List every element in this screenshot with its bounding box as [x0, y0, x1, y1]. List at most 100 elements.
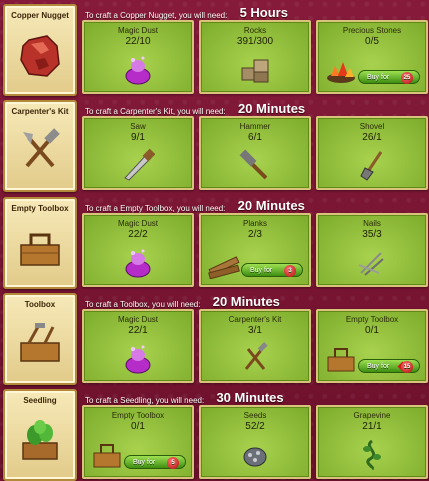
craft-time: 20 Minutes [237, 101, 306, 116]
empty-toolbox-icon [327, 348, 355, 372]
ingredient-seeds[interactable]: Seeds 52/2 [199, 405, 311, 479]
seeds-icon [243, 447, 267, 467]
ingredient-rocks[interactable]: Rocks 391/300 [199, 20, 311, 94]
rocks-icon [241, 59, 269, 83]
ingredient-empty-toolbox[interactable]: Empty Toolbox 0/1 Buy for 15 [316, 309, 428, 383]
need-prefix: To craft a [85, 11, 118, 20]
craft-time: 30 Minutes [216, 390, 284, 405]
buy-empty-toolbox-button[interactable]: Buy for 15 [358, 359, 420, 373]
grapevine-icon [363, 439, 381, 471]
item-card[interactable]: Seedling [3, 389, 77, 481]
buy-label: Buy for [367, 74, 390, 81]
ingredient-name: Magic Dust [117, 219, 158, 228]
magic-dust-icon [125, 249, 151, 278]
need-item: Empty Toolbox [120, 204, 173, 213]
buy-precious-stones-button[interactable]: Buy for 25 [358, 70, 420, 84]
planks-icon [208, 256, 240, 279]
need-suffix: , you will need: [172, 204, 226, 213]
price: 25 [401, 72, 413, 84]
buy-empty-toolbox-button[interactable]: Buy for 5 [124, 455, 186, 469]
ingredient-name: Precious Stones [342, 26, 402, 35]
ingredient-magic-dust[interactable]: Magic Dust 22/1 [82, 309, 194, 383]
ingredient-name: Grapevine [353, 411, 391, 420]
price: 15 [401, 361, 413, 373]
item-card[interactable]: Copper Nugget [3, 4, 77, 96]
need-item: Seedling [120, 396, 152, 405]
ingredient-nails[interactable]: Nails 35/3 [316, 213, 428, 287]
recipe-carpenters-kit: Carpenter's Kit To craft a Carpenter's K… [0, 96, 429, 192]
craft-time: 20 Minutes [212, 294, 280, 309]
ingredient-name: Carpenter's Kit [228, 315, 282, 324]
recipe-copper-nugget: Copper Nugget To craft a Copper Nugget, … [0, 0, 429, 96]
ingredient-carpenters-kit[interactable]: Carpenter's Kit 3/1 [199, 309, 311, 383]
ingredient-name: Magic Dust [117, 26, 158, 35]
ingredient-name: Planks [242, 219, 267, 228]
seedling-icon [22, 420, 58, 460]
item-card[interactable]: Carpenter's Kit [3, 100, 77, 192]
ingredient-quantity: 2/3 [248, 229, 262, 240]
magic-dust-icon [125, 56, 151, 85]
ingredient-quantity: 0/1 [365, 325, 379, 336]
ingredient-magic-dust[interactable]: Magic Dust 22/2 [82, 213, 194, 287]
item-name: Seedling [23, 396, 57, 405]
craft-time: 5 Hours [239, 5, 288, 20]
magic-dust-icon [125, 345, 151, 374]
need-prefix: To craft a [85, 300, 118, 309]
empty-toolbox-icon [93, 444, 121, 468]
ingredient-planks[interactable]: Planks 2/3 Buy for 3 [199, 213, 311, 287]
need-item: Carpenter's Kit [120, 107, 173, 116]
item-card[interactable]: Empty Toolbox [3, 197, 77, 289]
ingredient-quantity: 26/1 [362, 132, 382, 143]
ingredient-precious-stones[interactable]: Precious Stones 0/5 Buy for 25 [316, 20, 428, 94]
ingredient-name: Hammer [239, 122, 271, 131]
ingredient-grapevine[interactable]: Grapevine 21/1 [316, 405, 428, 479]
ingredient-quantity: 3/1 [248, 325, 262, 336]
need-item: Toolbox [119, 300, 148, 309]
ingredient-name: Magic Dust [117, 315, 158, 324]
precious-stones-icon [327, 62, 355, 83]
item-name: Toolbox [24, 300, 56, 309]
ingredient-name: Seeds [243, 411, 267, 420]
recipe-toolbox: Toolbox To craft a Toolbox, you will nee… [0, 289, 429, 385]
item-name: Empty Toolbox [11, 204, 69, 213]
ingredient-hammer[interactable]: Hammer 6/1 [199, 116, 311, 190]
empty-toolbox-icon [20, 233, 60, 266]
buy-label: Buy for [133, 459, 156, 466]
carpenters-kit-icon [244, 342, 268, 370]
ingredient-quantity: 52/2 [245, 421, 265, 432]
need-suffix: , you will need: [174, 11, 228, 20]
ingredient-name: Rocks [243, 26, 267, 35]
ingredient-quantity: 6/1 [248, 132, 262, 143]
buy-planks-button[interactable]: Buy for 3 [241, 263, 303, 277]
toolbox-icon [20, 323, 60, 362]
ingredient-empty-toolbox[interactable]: Empty Toolbox 0/1 Buy for 5 [82, 405, 194, 479]
need-suffix: , you will need: [172, 107, 226, 116]
price: 3 [284, 265, 296, 277]
ingredient-name: Saw [130, 122, 146, 131]
buy-label: Buy for [250, 267, 273, 274]
item-name: Carpenter's Kit [11, 107, 69, 116]
ingredient-quantity: 22/1 [128, 325, 148, 336]
ingredient-name: Empty Toolbox [111, 411, 165, 420]
ingredient-saw[interactable]: Saw 9/1 [82, 116, 194, 190]
ingredient-quantity: 0/5 [365, 36, 379, 47]
saw-icon [124, 148, 155, 181]
ingredient-quantity: 21/1 [362, 421, 382, 432]
shovel-icon [360, 151, 383, 181]
ingredient-quantity: 22/10 [125, 36, 151, 47]
hammer-icon [239, 149, 268, 180]
nails-icon [358, 252, 384, 276]
ingredient-quantity: 35/3 [362, 229, 382, 240]
ingredient-name: Shovel [359, 122, 385, 131]
need-suffix: , you will need: [147, 300, 201, 309]
recipe-seedling: Seedling To craft a Seedling, you will n… [0, 385, 429, 481]
need-prefix: To craft a [85, 107, 118, 116]
ingredient-quantity: 0/1 [131, 421, 145, 432]
need-suffix: , you will need: [151, 396, 205, 405]
ingredient-name: Empty Toolbox [345, 315, 399, 324]
ingredient-quantity: 22/2 [128, 229, 148, 240]
ingredient-shovel[interactable]: Shovel 26/1 [316, 116, 428, 190]
ingredient-magic-dust[interactable]: Magic Dust 22/10 [82, 20, 194, 94]
item-card[interactable]: Toolbox [3, 293, 77, 385]
craft-time: 20 Minutes [237, 198, 305, 213]
